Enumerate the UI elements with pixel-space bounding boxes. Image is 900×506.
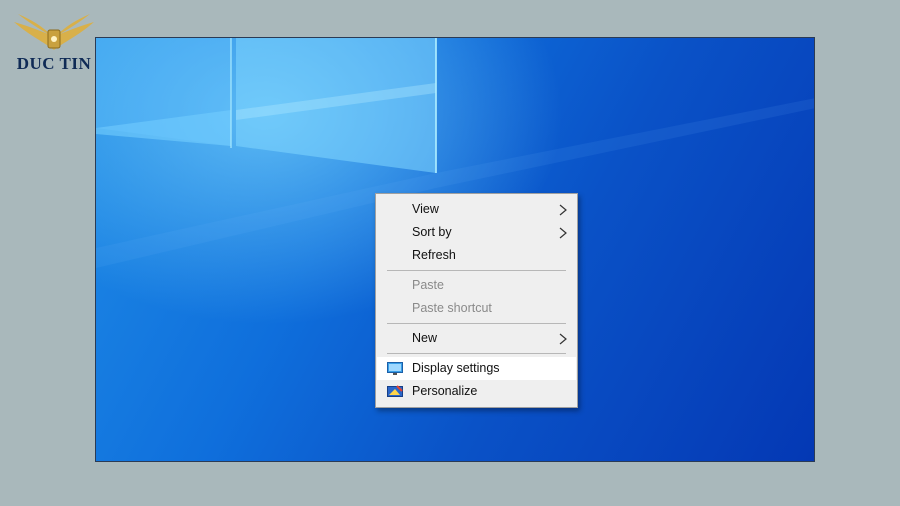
display-icon — [387, 362, 403, 375]
menu-separator — [387, 353, 566, 354]
menu-item-label: Display settings — [412, 361, 500, 375]
menu-item-label: Refresh — [412, 248, 456, 262]
menu-separator — [387, 270, 566, 271]
menu-item-new[interactable]: New — [377, 327, 576, 350]
menu-item-label: New — [412, 331, 438, 345]
menu-item-label: View — [412, 202, 439, 216]
desktop-context-menu: View Sort by Refresh Paste Paste shortcu… — [375, 193, 578, 408]
desktop[interactable]: View Sort by Refresh Paste Paste shortcu… — [95, 37, 815, 462]
menu-item-paste[interactable]: Paste — [377, 274, 576, 297]
menu-separator — [387, 323, 566, 324]
chevron-right-icon — [559, 227, 567, 239]
menu-item-display-settings[interactable]: Display settings — [377, 357, 576, 380]
menu-item-label: Sort by — [412, 225, 452, 239]
wings-logo-icon — [14, 14, 94, 50]
personalize-icon — [387, 385, 403, 397]
menu-item-refresh[interactable]: Refresh — [377, 244, 576, 267]
menu-item-label: Paste shortcut — [412, 301, 492, 315]
brand-logo: DUC TIN — [8, 12, 100, 82]
menu-item-label: Personalize — [412, 384, 478, 398]
menu-item-personalize[interactable]: Personalize — [377, 380, 576, 403]
menu-item-view[interactable]: View — [377, 198, 576, 221]
chevron-right-icon — [559, 333, 567, 345]
menu-item-label: Paste — [412, 278, 444, 292]
brand-name: DUC TIN — [16, 54, 92, 73]
chevron-right-icon — [559, 204, 567, 216]
menu-item-sort-by[interactable]: Sort by — [377, 221, 576, 244]
menu-item-paste-shortcut[interactable]: Paste shortcut — [377, 297, 576, 320]
